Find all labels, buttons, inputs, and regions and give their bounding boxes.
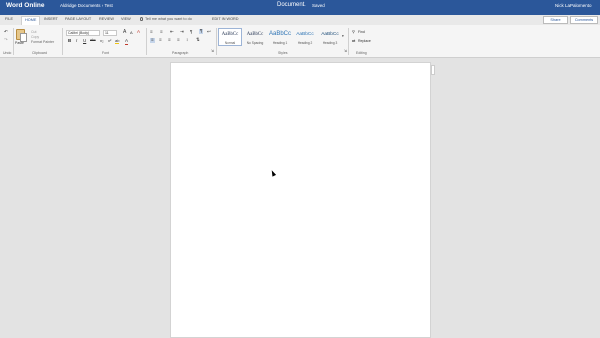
styles-group-label: Styles [278, 51, 288, 55]
paragraph-launcher-icon[interactable]: ⇲ [211, 49, 214, 54]
style-name: No Spacing [246, 41, 264, 45]
edit-in-word-button[interactable]: EDIT IN WORD [212, 17, 239, 21]
align-right-icon[interactable]: ≡ [168, 37, 171, 43]
editing-group-label: Editing [356, 51, 367, 55]
numbering-icon[interactable]: ≡ [160, 29, 163, 35]
tab-file[interactable]: FILE [5, 17, 13, 21]
styles-more-icon[interactable]: ▾ [342, 34, 344, 39]
format-painter-button[interactable]: Format Painter [31, 40, 54, 44]
rtl-icon[interactable]: ↩ [207, 29, 211, 35]
style-heading-1[interactable]: AaBbCc Heading 1 [268, 28, 292, 46]
subscript-button[interactable]: x₂ [100, 39, 104, 43]
ltr-icon[interactable]: ¶ [190, 29, 192, 35]
bullets-icon[interactable]: ≡ [150, 29, 153, 35]
vertical-scrollbar-thumb[interactable] [431, 65, 435, 75]
tab-view[interactable]: VIEW [121, 17, 131, 21]
paste-icon[interactable] [16, 29, 27, 42]
share-button[interactable]: Share [543, 16, 568, 24]
italic-button[interactable]: I [76, 38, 77, 44]
title-bar: Word Online Aldridge Documents › Test Do… [0, 0, 600, 15]
strikethrough-button[interactable]: abc [90, 38, 96, 43]
shrink-font-button[interactable]: A [130, 31, 133, 35]
style-no-spacing[interactable]: AaBbCc No Spacing [243, 28, 267, 46]
replace-button[interactable]: Replace [358, 39, 371, 43]
style-heading-3[interactable]: AaBbCc Heading 3 [318, 28, 342, 46]
align-center-icon[interactable]: ≡ [159, 37, 162, 43]
cut-button[interactable]: Cut [31, 30, 36, 34]
find-button[interactable]: Find [358, 30, 365, 34]
document-page[interactable] [170, 62, 431, 338]
app-name[interactable]: Word Online [6, 2, 45, 9]
tab-page-layout[interactable]: PAGE LAYOUT [65, 17, 91, 21]
divider [13, 28, 14, 55]
paragraph-spacing-icon[interactable]: ⇅ [196, 37, 200, 43]
breadcrumb[interactable]: Aldridge Documents › Test [60, 3, 113, 8]
style-name: Heading 3 [322, 41, 338, 45]
tell-me-text: Tell me what you want to do [145, 17, 192, 21]
superscript-button[interactable]: x² [108, 39, 111, 43]
justify-icon[interactable]: ≡ [177, 37, 180, 43]
replace-icon[interactable]: ⇄ [352, 39, 355, 43]
font-name-select[interactable]: Calibri (Body) [66, 30, 100, 36]
save-status: Saved [312, 3, 325, 8]
style-sample: AaBbCc [246, 32, 264, 37]
clipboard-group-label: Clipboard [32, 51, 47, 55]
menu-tabs: FILE HOME INSERT PAGE LAYOUT REVIEW VIEW… [0, 15, 600, 25]
tab-insert[interactable]: INSERT [44, 17, 58, 21]
font-group-label: Font [102, 51, 110, 55]
lightbulb-icon [140, 17, 143, 21]
document-workspace[interactable] [0, 58, 600, 338]
divider [62, 28, 63, 55]
line-spacing-icon[interactable]: ↕ [186, 37, 188, 43]
style-heading-2[interactable]: AaBbCc Heading 2 [293, 28, 317, 46]
style-name: Normal [224, 41, 236, 45]
document-title[interactable]: Document [277, 2, 304, 8]
highlight-button[interactable]: ab [115, 39, 120, 44]
undo-group-label: Undo [3, 51, 12, 55]
style-sample: AaBbCc [296, 32, 314, 37]
tab-home[interactable]: HOME [21, 16, 41, 25]
style-sample: AaBbCc [221, 32, 239, 37]
divider [146, 28, 147, 55]
align-left-icon[interactable]: ≡ [150, 37, 155, 43]
font-color-button[interactable]: A [125, 38, 129, 45]
show-marks-icon[interactable]: ¶ [199, 28, 204, 34]
find-icon[interactable]: ⚲ [352, 30, 355, 34]
ribbon: ↶ ↷ Undo Paste Cut Copy Format Painter C… [0, 25, 600, 58]
font-size-select[interactable]: 11 [103, 30, 117, 36]
divider [348, 28, 349, 55]
style-name: Heading 2 [297, 41, 313, 45]
underline-button[interactable]: U [83, 38, 86, 44]
title-separator: – [303, 3, 306, 8]
styles-launcher-icon[interactable]: ⇲ [344, 49, 347, 54]
comments-button[interactable]: Comments [570, 16, 598, 24]
style-name: Heading 1 [272, 41, 288, 45]
bold-button[interactable]: B [68, 38, 71, 44]
grow-font-button[interactable]: A [123, 30, 126, 35]
tab-review[interactable]: REVIEW [99, 17, 114, 21]
redo-icon[interactable]: ↷ [4, 37, 8, 43]
paragraph-group-label: Paragraph [172, 51, 189, 55]
clear-format-button[interactable]: A [137, 29, 140, 35]
style-normal[interactable]: AaBbCc Normal [218, 28, 242, 46]
user-name[interactable]: Nick LaPalomento [555, 3, 592, 8]
paste-button[interactable]: Paste [15, 41, 24, 45]
decrease-indent-icon[interactable]: ⇤ [170, 29, 174, 35]
copy-button[interactable]: Copy [31, 35, 39, 39]
tell-me-box[interactable]: Tell me what you want to do [140, 17, 192, 21]
undo-icon[interactable]: ↶ [4, 29, 8, 35]
increase-indent-icon[interactable]: ⇥ [180, 29, 184, 35]
divider [216, 28, 217, 55]
style-sample: AaBbCc [269, 31, 292, 37]
style-sample: AaBbCc [321, 32, 339, 37]
